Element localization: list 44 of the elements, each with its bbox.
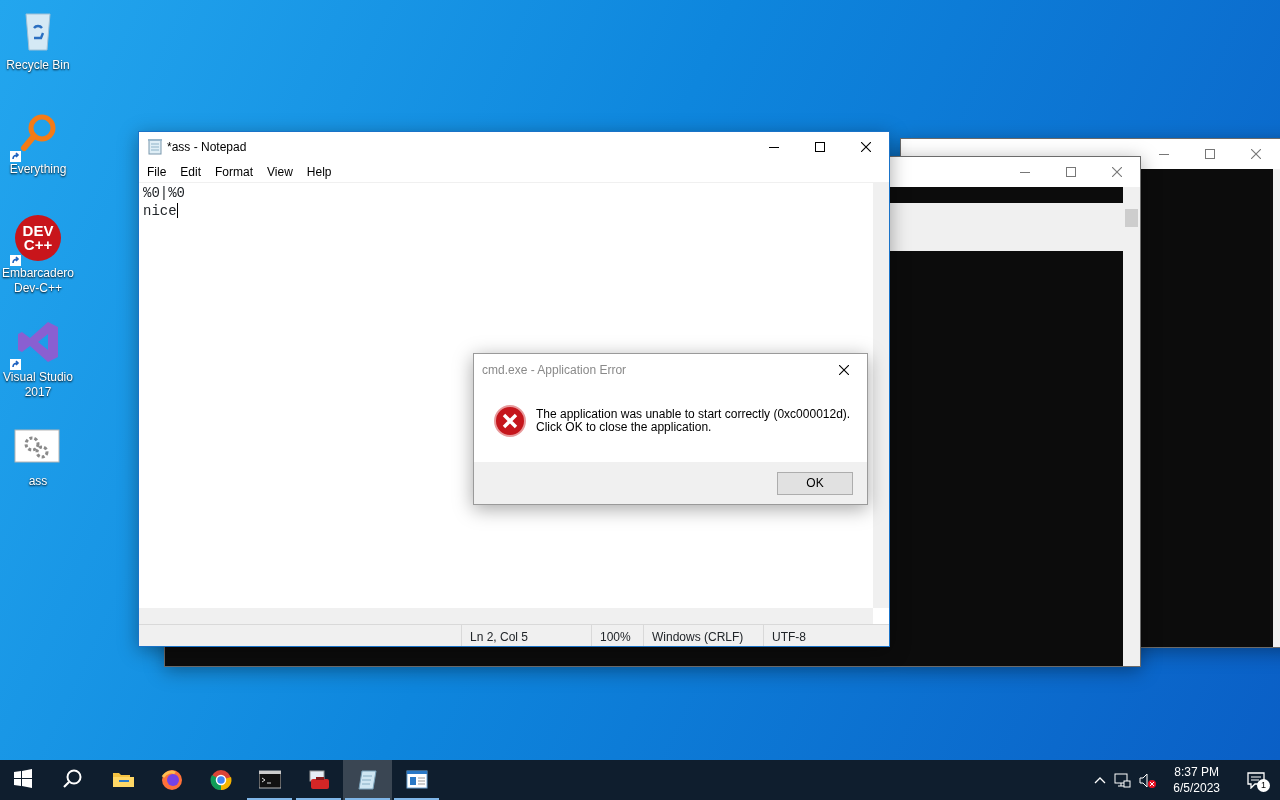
- error-icon: [494, 404, 526, 437]
- scrollbar[interactable]: [1123, 187, 1140, 666]
- menu-item[interactable]: File: [140, 163, 174, 181]
- maximize-icon: [1066, 167, 1076, 177]
- notepad-icon: [147, 139, 163, 155]
- toolbox-icon: [307, 769, 330, 791]
- taskbar-button[interactable]: [343, 760, 392, 800]
- maximize-icon: [1205, 149, 1215, 159]
- notifications-button[interactable]: 1: [1236, 760, 1276, 800]
- notepad-icon: [356, 769, 379, 791]
- notification-count: 1: [1257, 779, 1270, 792]
- dev-cpp-logo: DEV C++: [14, 214, 62, 262]
- status-text: 100%: [591, 625, 643, 646]
- window-icon: [405, 769, 428, 791]
- menu-item[interactable]: Edit: [173, 163, 209, 181]
- scrollbar[interactable]: [1273, 169, 1280, 647]
- clock-time: 8:37 PM: [1174, 764, 1219, 780]
- close-icon: [861, 142, 871, 152]
- ok-button[interactable]: OK: [777, 471, 853, 495]
- status-text: UTF-8: [763, 625, 873, 646]
- volume-muted-icon[interactable]: [1139, 771, 1158, 789]
- close-icon: [839, 364, 849, 375]
- clock-date: 6/5/2023: [1173, 780, 1220, 796]
- chrome-icon: [209, 769, 232, 791]
- close-icon: [1112, 167, 1122, 177]
- status-text: Windows (CRLF): [643, 625, 763, 646]
- clock[interactable]: 8:37 PM 6/5/2023: [1165, 764, 1228, 796]
- menu-item[interactable]: Help: [299, 163, 339, 181]
- close-icon: [1251, 149, 1261, 159]
- scrollbar[interactable]: [873, 183, 889, 608]
- maximize-icon: [815, 142, 825, 152]
- window-title: *ass - Notepad: [167, 139, 248, 156]
- terminal-icon: [258, 769, 281, 791]
- error-message: The application was unable to start correctly (0xc000012d). Click OK to close the application.: [536, 407, 851, 434]
- firefox-icon: [160, 769, 183, 791]
- status-text: Ln 2, Col 5: [461, 625, 591, 646]
- scroll-thumb[interactable]: [1125, 209, 1138, 227]
- dialog-title: cmd.exe - Application Error: [481, 361, 628, 379]
- network-icon[interactable]: [1114, 772, 1132, 788]
- menu-item[interactable]: View: [260, 163, 300, 181]
- menu-item[interactable]: Format: [208, 163, 261, 181]
- scrollbar[interactable]: [139, 608, 873, 624]
- notification-icon: [1247, 771, 1265, 789]
- chevron-up-icon[interactable]: [1094, 775, 1107, 785]
